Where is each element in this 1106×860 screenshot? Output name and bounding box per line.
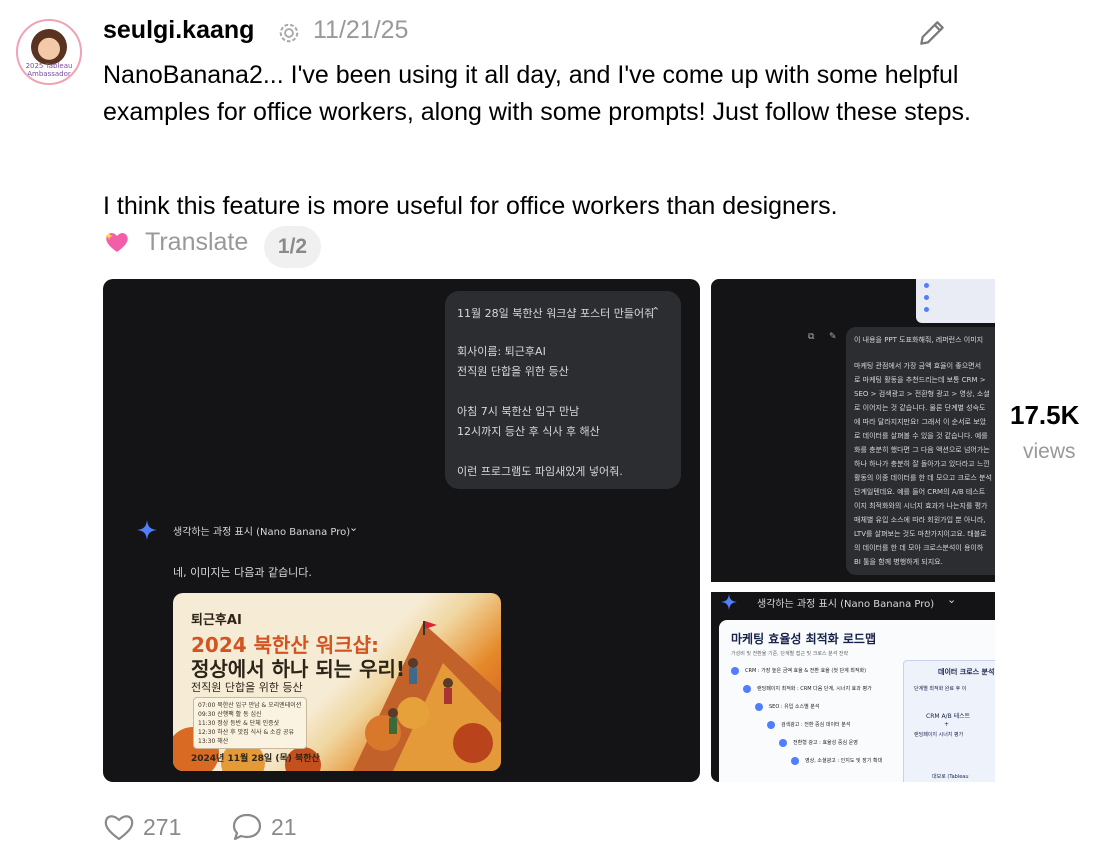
prompt-line: 이런 프로그램도 파임새있게 넣어줘.: [457, 465, 623, 478]
views-label: views: [1023, 440, 1076, 463]
comment-count: 21: [271, 813, 297, 840]
views-count: 17.5K: [1010, 400, 1080, 430]
thinking-label: 생각하는 과정 표시 (Nano Banana Pro): [757, 599, 935, 610]
data-cross-panel: 데이터 크로스 분석 단계별 최적화 완료 후 이 CRM A/B 테스트 + …: [903, 660, 995, 782]
copy-icon: ⧉: [808, 332, 815, 342]
text-line: 하나 하나가 충분히 잘 돌아가고 있다라고 느낀: [854, 460, 990, 468]
text-line: LTV를 살펴보는 것도 마찬가지이고요. 태블로: [854, 530, 987, 538]
text-line: 매체별 유입 소스에 따라 회원가입 뿐 아니라,: [854, 516, 986, 524]
text-line: 의 데이터를 한 데 모아 크로스분석이 용이하: [854, 544, 984, 552]
chevron-down-icon: ⌄: [349, 521, 359, 534]
profile-photo: [31, 29, 67, 65]
edit-icon: ✎: [829, 332, 837, 342]
panel-item: CRM A/B 테스트: [926, 713, 971, 720]
text-line: 에 따라 달라지지만요! 그래서 이 순서로 보았: [854, 418, 987, 426]
text-line: BI 툴을 함께 병행하게 되지요.: [854, 558, 943, 566]
chat-screenshot: ⧉ ✎ 이 내용을 PPT 도표화해줘, 레퍼런스 이미지 마케팅 관점에서 가…: [711, 279, 995, 582]
roadmap-step: CRM : 가장 높은 금액 효율 & 전환 효율 (첫 단계 최적화): [745, 668, 867, 674]
panel-item: 대보로 (Tableau: [932, 774, 969, 780]
roadmap-step: 전환형 광고 : 효율성 중심 운영: [793, 740, 858, 746]
prompt-line: 12시까지 등산 후 식사 후 해산: [457, 425, 600, 438]
slide-subtitle: 가성비 및 전환율 기준, 단계별 접근 및 크로스 분석 전략: [731, 651, 849, 657]
step-dot: [791, 757, 799, 765]
poster-schedule-box: 07:00 북한산 입구 만남 & 오리엔테이션 09:30 산행팩 활 동 심…: [193, 697, 307, 749]
text-line: 로 이어지는 것 같습니다. 물론 단계별 성숙도: [854, 404, 986, 412]
panel-title: 데이터 크로스 분석: [938, 668, 995, 676]
post-text: NanoBanana2... I've been using it all da…: [103, 61, 971, 126]
comment-button[interactable]: 21: [231, 812, 297, 842]
chevron-down-icon: ⌄: [947, 593, 957, 606]
text-line: 활동의 이종 데이터를 한 데 모으고 크로스 분석: [854, 474, 992, 482]
avatar[interactable]: 2025 Tableau Ambassador: [16, 19, 82, 85]
attached-image-1[interactable]: 11월 28일 북한산 워크샵 포스터 만들어줘 ⌃ 회사이름: 퇴근후AI 전…: [103, 279, 700, 782]
schedule-item: 07:00 북한산 입구 만남 & 오리엔테이션: [198, 702, 302, 709]
prompt-line: 아침 7시 북한산 입구 만남: [457, 405, 580, 418]
schedule-item: 09:30 산행팩 활 동 심신: [198, 711, 262, 718]
poster-title-2: 정상에서 하나 되는 우리!: [191, 657, 406, 681]
roadmap-step: 영상, 소셜광고 : 인지도 및 장기 확대: [805, 758, 883, 764]
comment-icon: [232, 813, 262, 841]
text-line: 로 마케팅 활동을 추천드리는데 보통 CRM >: [854, 376, 986, 384]
reference-thumbnail: [916, 279, 995, 323]
step-dot: [779, 739, 787, 747]
schedule-item: 11:30 정상 등반 & 단체 인증샷: [198, 720, 280, 727]
translate-button[interactable]: Translate: [145, 228, 248, 257]
text-line: 로 데이터를 살펴볼 수 있을 것 같습니다. 예를: [854, 432, 988, 440]
sparkling-heart-icon: [105, 232, 128, 252]
poster-date: 2024년 11월 28일 (목) 북한산: [191, 754, 320, 764]
prompt-bubble: 11월 28일 북한산 워크샵 포스터 만들어줘 ⌃ 회사이름: 퇴근후AI 전…: [445, 291, 681, 489]
avatar-ring-text: 2025 Tableau Ambassador: [25, 62, 73, 78]
gemini-sparkle-icon: [137, 520, 157, 540]
page-indicator: 1/2: [264, 226, 321, 268]
prompt-line: 회사이름: 퇴근후AI: [457, 345, 546, 358]
prompt-bubble: 이 내용을 PPT 도표화해줘, 레퍼런스 이미지 마케팅 관점에서 가장 금액…: [846, 327, 995, 575]
text-line: 이 내용을 PPT 도표화해줘, 레퍼런스 이미지: [854, 336, 984, 344]
prompt-title: 11월 28일 북한산 워크샵 포스터 만들어줘: [457, 307, 655, 320]
panel-item: +: [944, 721, 950, 728]
step-dot: [731, 667, 739, 675]
edit-icon[interactable]: [916, 17, 948, 49]
gemini-sparkle-icon: [721, 594, 737, 610]
thinking-label: 생각하는 과정 표시 (Nano Banana Pro): [173, 527, 351, 538]
text-line: 단계일텐데요. 예를 들어 CRM의 A/B 테스트: [854, 488, 986, 496]
text-line: 마케팅 관점에서 가장 금액 효율이 좋으면서: [854, 362, 982, 370]
step-dot: [767, 721, 775, 729]
roadmap-slide: 마케팅 효율성 최적화 로드맵 가성비 및 전환율 기준, 단계별 접근 및 크…: [719, 620, 995, 782]
username[interactable]: seulgi.kaang: [103, 16, 254, 45]
step-dot: [755, 703, 763, 711]
text-line: SEO > 검색광고 > 전환형 광고 > 영상, 소셜: [854, 390, 990, 398]
like-count: 271: [143, 813, 182, 840]
panel-item: 단계별 최적화 완료 후 이: [914, 686, 967, 692]
heart-icon: [104, 815, 134, 841]
verified-icon: [279, 23, 299, 43]
text-line: 이지 최적화와의 시너지 효과가 나는지를 평가: [854, 502, 988, 510]
step-dot: [743, 685, 751, 693]
post-text-2: I think this feature is more useful for …: [103, 192, 838, 220]
schedule-item: 12:30 하산 후 맛집 식사 & 소감 공유: [198, 729, 295, 736]
like-button[interactable]: 271: [103, 812, 181, 842]
schedule-item: 13:30 해산: [198, 738, 229, 745]
poster-subtitle: 전직원 단합을 위한 등산: [191, 681, 303, 694]
prompt-line: 전직원 단합을 위한 등산: [457, 365, 569, 378]
roadmap-screenshot: 생각하는 과정 표시 (Nano Banana Pro) ⌄ 마케팅 효율성 최…: [711, 592, 995, 782]
answer-text: 네, 이미지는 다음과 같습니다.: [173, 566, 312, 579]
slide-title: 마케팅 효율성 최적화 로드맵: [731, 632, 877, 646]
attached-image-2[interactable]: ⧉ ✎ 이 내용을 PPT 도표화해줘, 레퍼런스 이미지 마케팅 관점에서 가…: [711, 279, 995, 782]
post-date[interactable]: 11/21/25: [313, 16, 408, 45]
roadmap-step: SEO : 유입 소스별 분석: [769, 704, 820, 710]
chevron-up-icon: ⌃: [651, 305, 661, 318]
roadmap-step: 검색광고 : 전환 중심 데이터 분석: [781, 722, 851, 728]
roadmap-step: 랜딩페이지 최적화 : CRM 다음 단계, 시너지 효과 평가: [757, 686, 872, 692]
workshop-poster: 퇴근후AI 2024 북한산 워크샵: 정상에서 하나 되는 우리! 전직원 단…: [173, 593, 501, 771]
panel-item: 랜딩페이지 시너지 평가: [914, 732, 964, 738]
text-line: 화를 충분히 했다면 그 다음 액션으로 넘어가는: [854, 446, 990, 454]
poster-company: 퇴근후AI: [191, 613, 242, 628]
